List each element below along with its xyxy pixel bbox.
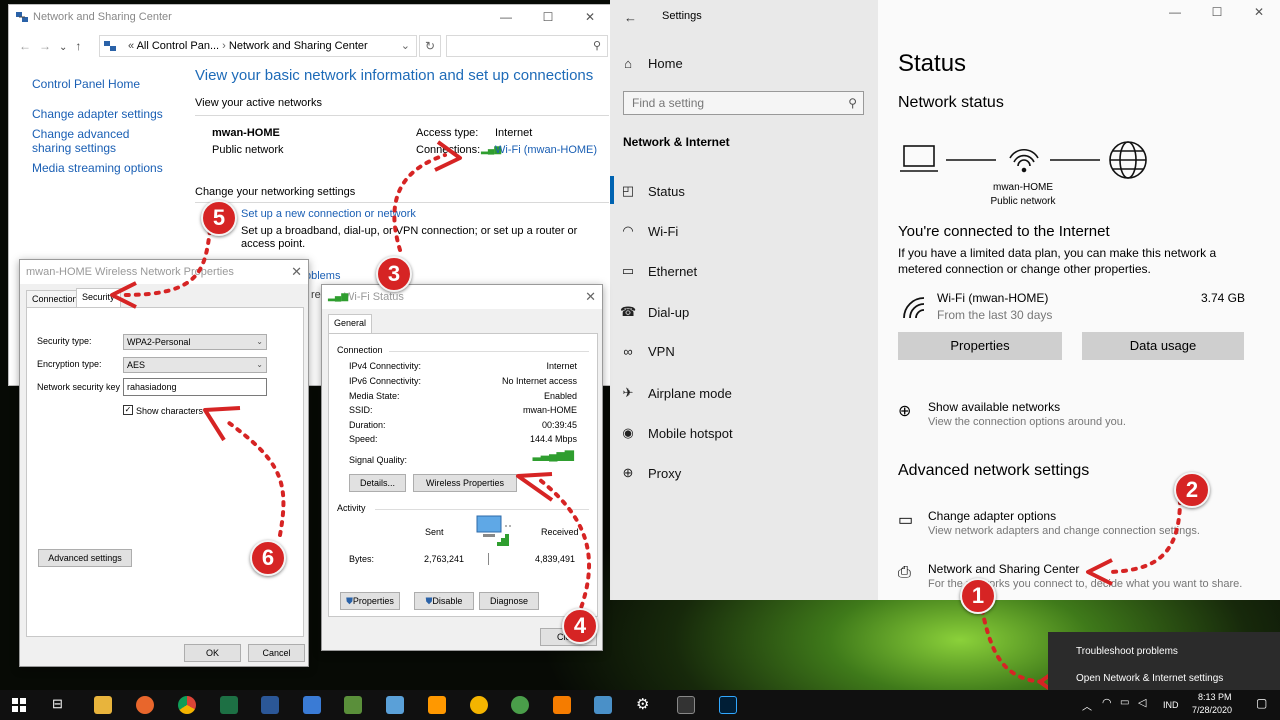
step-marker-2: 2 — [1174, 472, 1210, 508]
windows-start-icon[interactable] — [12, 698, 26, 712]
app-green-icon[interactable] — [511, 696, 529, 714]
arrowhead-6 — [203, 406, 241, 442]
arrow-4-path — [538, 478, 591, 618]
menu-item-open-settings[interactable]: Open Network & Internet settings — [1076, 673, 1223, 684]
firefox-icon[interactable] — [136, 696, 154, 714]
tray-battery-icon[interactable]: ▭ — [1120, 697, 1129, 708]
arrow-6-path — [223, 418, 286, 537]
app-yellow-icon[interactable] — [470, 696, 488, 714]
notepad-icon[interactable] — [344, 696, 362, 714]
tray-date[interactable]: 7/28/2020 — [1192, 705, 1232, 715]
notification-icon[interactable]: ▢ — [1256, 696, 1267, 710]
step-marker-1: 1 — [960, 578, 996, 614]
taskbar: ⊟ ⚙ ︿ ◠ ▭ ◁ IND 8:13 PM 7/28/2020 ▢ — [0, 690, 1280, 720]
tray-language[interactable]: IND — [1163, 700, 1179, 710]
tray-time[interactable]: 8:13 PM — [1198, 692, 1232, 702]
network-context-menu: Troubleshoot problems Open Network & Int… — [1048, 632, 1280, 690]
step-marker-5: 5 — [201, 200, 237, 236]
app-blue-icon[interactable] — [594, 696, 612, 714]
tray-volume-icon[interactable]: ◁ — [1138, 696, 1146, 709]
tray-network-icon[interactable]: ◠ — [1102, 696, 1112, 709]
file-explorer-icon[interactable] — [94, 696, 112, 714]
network-app-icon[interactable] — [303, 696, 321, 714]
step-marker-3: 3 — [376, 256, 412, 292]
sublime-icon[interactable] — [428, 696, 446, 714]
word-icon[interactable] — [261, 696, 279, 714]
terminal-icon[interactable] — [677, 696, 695, 714]
task-view-icon[interactable]: ⊟ — [52, 696, 63, 712]
annotation-arrows — [110, 140, 1182, 690]
settings-gear-icon[interactable]: ⚙ — [636, 695, 649, 713]
step-marker-6: 6 — [250, 540, 286, 576]
arrow-1-path — [978, 598, 1047, 684]
chrome-icon[interactable] — [178, 696, 196, 714]
tray-chevron-up-icon[interactable]: ︿ — [1082, 698, 1092, 713]
box-app-icon[interactable] — [386, 696, 404, 714]
menu-item-troubleshoot[interactable]: Troubleshoot problems — [1076, 646, 1178, 657]
photoshop-icon[interactable] — [719, 696, 737, 714]
arrow-5-path — [123, 228, 212, 297]
step-marker-4: 4 — [562, 608, 598, 644]
xampp-icon[interactable] — [553, 696, 571, 714]
arrowhead-2 — [1086, 558, 1113, 586]
excel-icon[interactable] — [220, 696, 238, 714]
arrow-2-path — [1108, 498, 1182, 574]
